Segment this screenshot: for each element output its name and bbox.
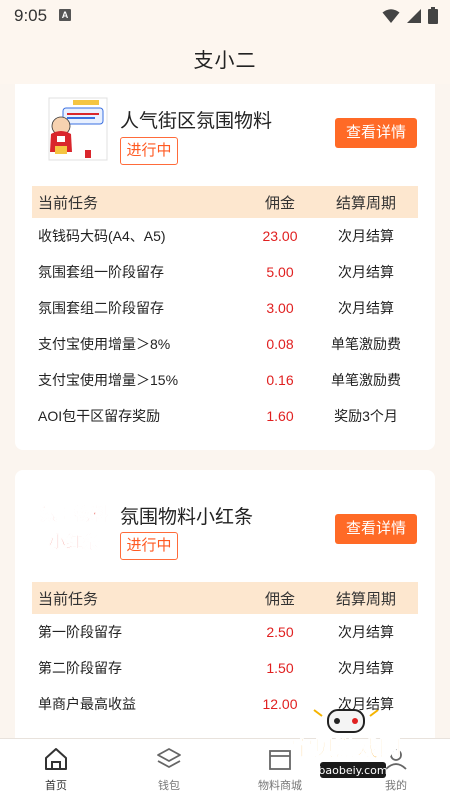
campaign-card: 人气街区氛围物料 进行中 查看详情 当前任务 佣金 结算周期 收钱码大码(A4、… [15,84,435,450]
task-commission: 23.00 [262,228,298,244]
task-settlement: 单笔激励费 [331,372,401,388]
app-bar: 支小二 [0,32,450,84]
battery-icon [428,7,438,24]
status-badge: 进行中 [120,532,178,560]
task-name: 支付宝使用增量＞15% [38,372,179,388]
header-commission: 佣金 [264,194,295,212]
status-icons [382,7,438,24]
page-title: 支小二 [193,50,257,72]
table-header: 当前任务 佣金 结算周期 [32,582,418,614]
task-settlement: 次月结算 [338,264,394,280]
task-commission: 0.08 [266,336,294,352]
task-commission: 1.50 [266,660,294,676]
task-name: 第一阶段留存 [38,624,122,640]
view-details-button[interactable]: 查看详情 [335,514,417,544]
task-table: 当前任务 佣金 结算周期 第一阶段留存 2.50 次月结算 第二阶段留存 1.5… [32,582,418,722]
table-row: 氛围套组二阶段留存 3.00 次月结算 [32,290,418,326]
table-row: 第二阶段留存 1.50 次月结算 [32,650,418,686]
svg-text:氛围物料: 氛围物料 [40,504,108,525]
red-strip-logo: 氛围物料 小红条 [37,492,111,562]
status-time: 9:05 [14,6,48,25]
character-poster-icon [37,96,111,166]
task-name: 支付宝使用增量＞8% [38,336,171,352]
table-row: AOI包干区留存奖励 1.60 奖励3个月 [32,398,418,434]
nav-label: 首页 [45,780,67,792]
task-name: AOI包干区留存奖励 [38,408,161,424]
wifi-icon [382,8,400,23]
campaign-title: 氛围物料小红条 [120,507,254,528]
task-settlement: 次月结算 [338,228,394,244]
status-bar: 9:05 A [0,0,450,32]
task-name: 氛围套组二阶段留存 [38,300,164,316]
header-settlement: 结算周期 [335,590,396,608]
task-commission: 3.00 [266,300,294,316]
svg-text:宝贝游戏网: 宝贝游戏网 [291,736,401,762]
table-header: 当前任务 佣金 结算周期 [32,186,418,218]
task-settlement: 次月结算 [338,660,394,676]
header-commission: 佣金 [264,590,295,608]
task-commission: 1.60 [266,408,294,424]
task-name: 氛围套组一阶段留存 [38,264,164,280]
task-table: 当前任务 佣金 结算周期 收钱码大码(A4、A5) 23.00 次月结算 氛围套… [32,186,418,434]
task-name: 单商户最高收益 [38,696,136,712]
task-settlement: 单笔激励费 [331,336,401,352]
task-commission: 2.50 [266,624,294,640]
watermark-logo: 宝贝游戏网 baobeiy.com [282,708,442,780]
task-settlement: 次月结算 [338,300,394,316]
signal-icon [407,8,421,23]
campaign-title: 人气街区氛围物料 [120,111,273,132]
layers-icon [157,748,181,768]
task-settlement: 次月结算 [338,624,394,640]
header-task: 当前任务 [38,194,99,212]
task-settlement: 奖励3个月 [334,408,398,424]
task-commission: 0.16 [266,372,294,388]
view-details-button[interactable]: 查看详情 [335,118,417,148]
header-task: 当前任务 [38,590,99,608]
table-row: 氛围套组一阶段留存 5.00 次月结算 [32,254,418,290]
nav-label: 钱包 [158,780,180,792]
notification-a-icon: A [59,9,71,21]
table-row: 支付宝使用增量＞15% 0.16 单笔激励费 [32,362,418,398]
table-row: 收钱码大码(A4、A5) 23.00 次月结算 [32,218,418,254]
task-commission: 5.00 [266,264,294,280]
status-badge: 进行中 [120,137,178,165]
header-settlement: 结算周期 [335,194,396,212]
svg-text:小红条: 小红条 [49,532,101,553]
nav-item-home[interactable]: 首页 [16,747,96,793]
table-row: 支付宝使用增量＞8% 0.08 单笔激励费 [32,326,418,362]
task-name: 收钱码大码(A4、A5) [38,228,166,244]
home-icon [45,748,67,770]
nav-item-wallet[interactable]: 钱包 [129,747,209,793]
table-row: 第一阶段留存 2.50 次月结算 [32,614,418,650]
svg-text:baobeiy.com: baobeiy.com [318,764,387,777]
task-name: 第二阶段留存 [38,660,122,676]
